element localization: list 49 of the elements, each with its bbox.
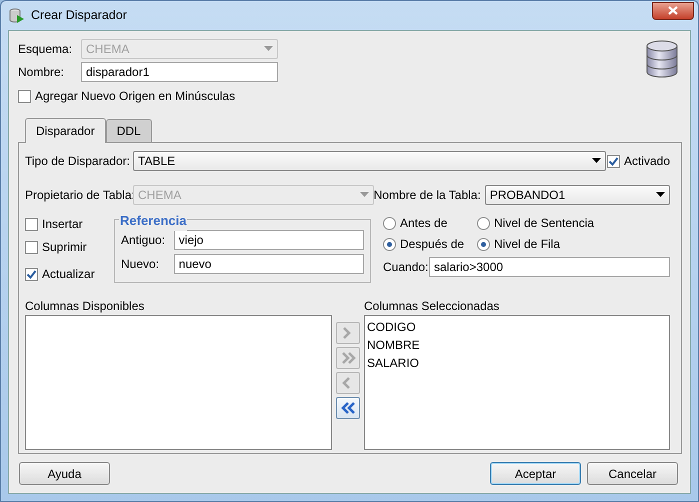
dialog-button[interactable]: Cancelar bbox=[587, 462, 678, 485]
checkmark-icon bbox=[608, 156, 619, 166]
field-label: Nombre de la Tabla: bbox=[374, 187, 481, 204]
field-label: Nombre: bbox=[18, 64, 66, 81]
radio-option[interactable]: Nivel de Fila bbox=[477, 235, 594, 253]
dropdown-arrow-icon bbox=[360, 192, 369, 198]
when-field[interactable]: salario>3000 bbox=[429, 257, 670, 277]
field-label: Cuando: bbox=[383, 259, 429, 276]
close-button[interactable] bbox=[652, 2, 694, 20]
radio-option[interactable]: Nivel de Sentencia bbox=[477, 214, 594, 232]
double-chevron-right-icon bbox=[340, 351, 356, 365]
list-label: Columnas Disponibles bbox=[25, 298, 146, 315]
dropdown-arrow-icon bbox=[656, 192, 665, 198]
lowercase-checkbox[interactable]: Agregar Nuevo Origen en Minúsculas bbox=[18, 87, 278, 105]
radio-option[interactable]: Después de bbox=[383, 235, 477, 253]
dialog-button[interactable]: Aceptar bbox=[490, 462, 581, 485]
checkmark-icon bbox=[26, 268, 37, 280]
trigger-type-dropdown[interactable]: TABLE bbox=[133, 151, 606, 171]
radio-option[interactable]: Antes de bbox=[383, 214, 477, 232]
old-alias-field[interactable]: viejo bbox=[174, 230, 364, 250]
close-icon bbox=[668, 6, 678, 15]
tab[interactable]: Disparador bbox=[25, 118, 106, 143]
field-label: Tipo de Disparador: bbox=[25, 153, 131, 170]
double-chevron-left-icon bbox=[340, 401, 356, 415]
enabled-checkbox[interactable]: Activado bbox=[606, 152, 670, 170]
field-label: Propietario de Tabla: bbox=[25, 187, 133, 204]
dialog-button[interactable]: Ayuda bbox=[19, 462, 110, 485]
field-label: Nuevo: bbox=[121, 256, 160, 273]
new-alias-field[interactable]: nuevo bbox=[174, 254, 364, 274]
name-field[interactable]: disparador1 bbox=[81, 62, 278, 82]
window-title: Crear Disparador bbox=[31, 7, 127, 24]
selected-columns-list[interactable]: CODIGO NOMBRE SALARIO bbox=[364, 315, 670, 450]
list-label: Columnas Seleccionadas bbox=[364, 298, 500, 315]
event-checkbox[interactable]: Insertar bbox=[25, 215, 114, 233]
dropdown-arrow-icon bbox=[264, 46, 273, 52]
field-label: Esquema: bbox=[18, 41, 74, 58]
field-label: Antiguo: bbox=[121, 232, 166, 249]
available-columns-list[interactable] bbox=[25, 315, 332, 450]
table-name-dropdown[interactable]: PROBANDO1 bbox=[484, 185, 670, 205]
list-item[interactable]: NOMBRE bbox=[367, 336, 667, 354]
dropdown-arrow-icon bbox=[592, 158, 601, 164]
event-checkbox[interactable]: Actualizar bbox=[25, 265, 114, 283]
move-all-left-button[interactable] bbox=[336, 397, 360, 419]
tab[interactable]: DDL bbox=[106, 119, 152, 142]
database-icon bbox=[646, 40, 678, 78]
list-item[interactable]: SALARIO bbox=[367, 354, 667, 372]
app-icon bbox=[9, 8, 25, 24]
list-item[interactable]: CODIGO bbox=[367, 318, 667, 336]
event-checkbox[interactable]: Suprimir bbox=[25, 238, 114, 256]
